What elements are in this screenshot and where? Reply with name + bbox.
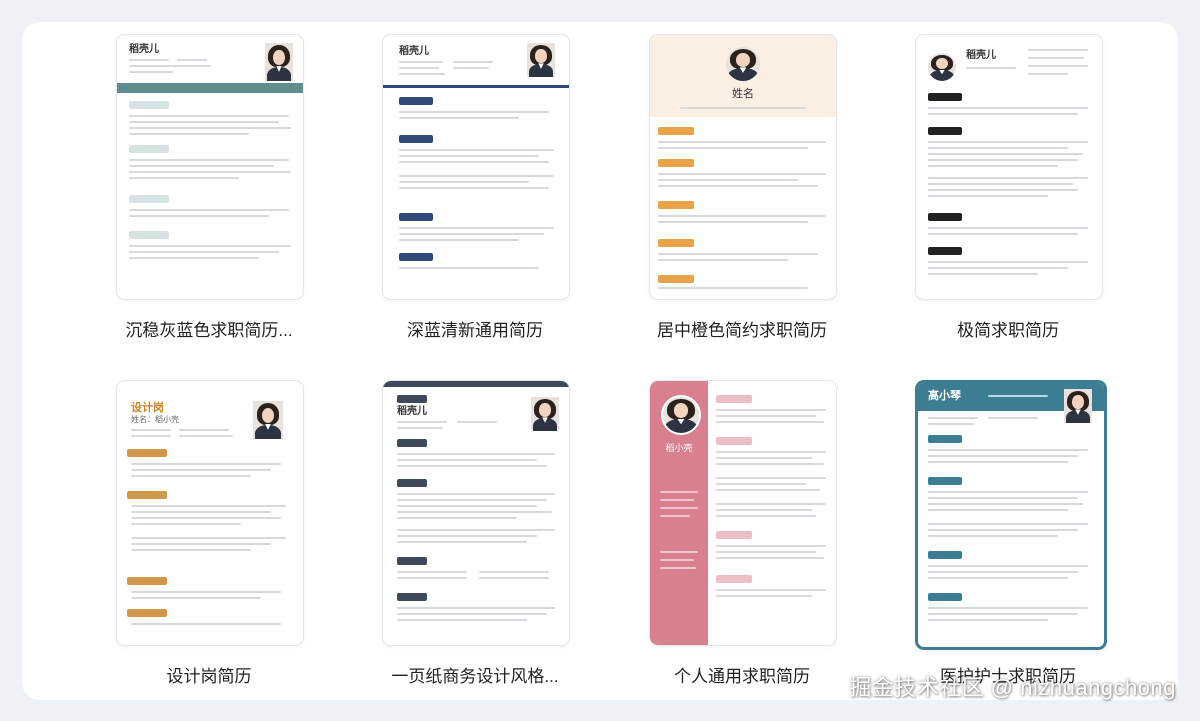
template-title[interactable]: 居中橙色简约求职简历 — [619, 316, 865, 341]
resume-name: 稻壳儿 — [399, 46, 429, 57]
accent-band — [117, 83, 303, 93]
profile-photo — [531, 397, 559, 431]
profile-photo — [661, 395, 701, 435]
resume-preview: 稻壳儿 — [915, 34, 1103, 300]
resume-preview: 设计岗 姓名：稻小壳 — [116, 380, 304, 646]
template-card-8[interactable]: 高小琴 医护护士求职简历 — [915, 380, 1107, 686]
template-card-4[interactable]: 稻壳儿 极简求职简历 — [915, 34, 1103, 340]
profile-photo — [253, 401, 283, 439]
profile-photo — [527, 43, 555, 77]
resume-name: 姓名 — [732, 88, 754, 100]
template-card-7[interactable]: 稻小壳 个人通用求职简历 — [649, 380, 837, 686]
resume-preview: 稻壳儿 — [116, 34, 304, 300]
template-title[interactable]: 个人通用求职简历 — [619, 662, 865, 687]
resume-preview: 稻壳儿 — [382, 380, 570, 646]
template-card-6[interactable]: 稻壳儿 一页纸商务设计风格... — [382, 380, 570, 686]
template-card-1[interactable]: 稻壳儿 沉稳灰蓝色求职简历... — [116, 34, 304, 340]
resume-name: 高小琴 — [928, 390, 961, 402]
resume-preview: 稻壳儿 — [382, 34, 570, 300]
template-card-2[interactable]: 稻壳儿 深蓝清新通用简历 — [382, 34, 570, 340]
profile-photo — [265, 43, 293, 81]
template-title[interactable]: 深蓝清新通用简历 — [352, 316, 598, 341]
resume-preview: 稻小壳 — [649, 380, 837, 646]
watermark: 掘金技术社区 @ nizhuangchong — [849, 675, 1176, 700]
template-title[interactable]: 一页纸商务设计风格... — [352, 662, 598, 687]
template-title[interactable]: 设计岗简历 — [86, 662, 332, 687]
profile-photo — [726, 47, 760, 81]
template-title[interactable]: 沉稳灰蓝色求职简历... — [86, 316, 332, 341]
resume-name: 稻壳儿 — [966, 50, 996, 61]
profile-photo — [1064, 389, 1092, 423]
resume-name: 稻壳儿 — [129, 44, 159, 55]
resume-preview: 姓名 — [649, 34, 837, 300]
resume-preview: 高小琴 — [915, 380, 1107, 650]
resume-name: 稻小壳 — [665, 443, 693, 453]
template-gallery: 稻壳儿 沉稳灰蓝色求职简历... 稻壳儿 深蓝清新通用简历 姓名 居中橙色简约求… — [22, 22, 1178, 700]
template-card-5[interactable]: 设计岗 姓名：稻小壳 设计岗简历 — [116, 380, 304, 686]
profile-photo — [928, 53, 956, 81]
template-title[interactable]: 极简求职简历 — [885, 316, 1131, 341]
accent-band — [383, 85, 569, 88]
resume-name: 稻壳儿 — [397, 406, 427, 417]
resume-subname: 姓名：稻小壳 — [131, 415, 179, 424]
resume-name: 设计岗 — [131, 402, 164, 414]
template-card-3[interactable]: 姓名 居中橙色简约求职简历 — [649, 34, 837, 340]
accent-band — [383, 381, 569, 387]
